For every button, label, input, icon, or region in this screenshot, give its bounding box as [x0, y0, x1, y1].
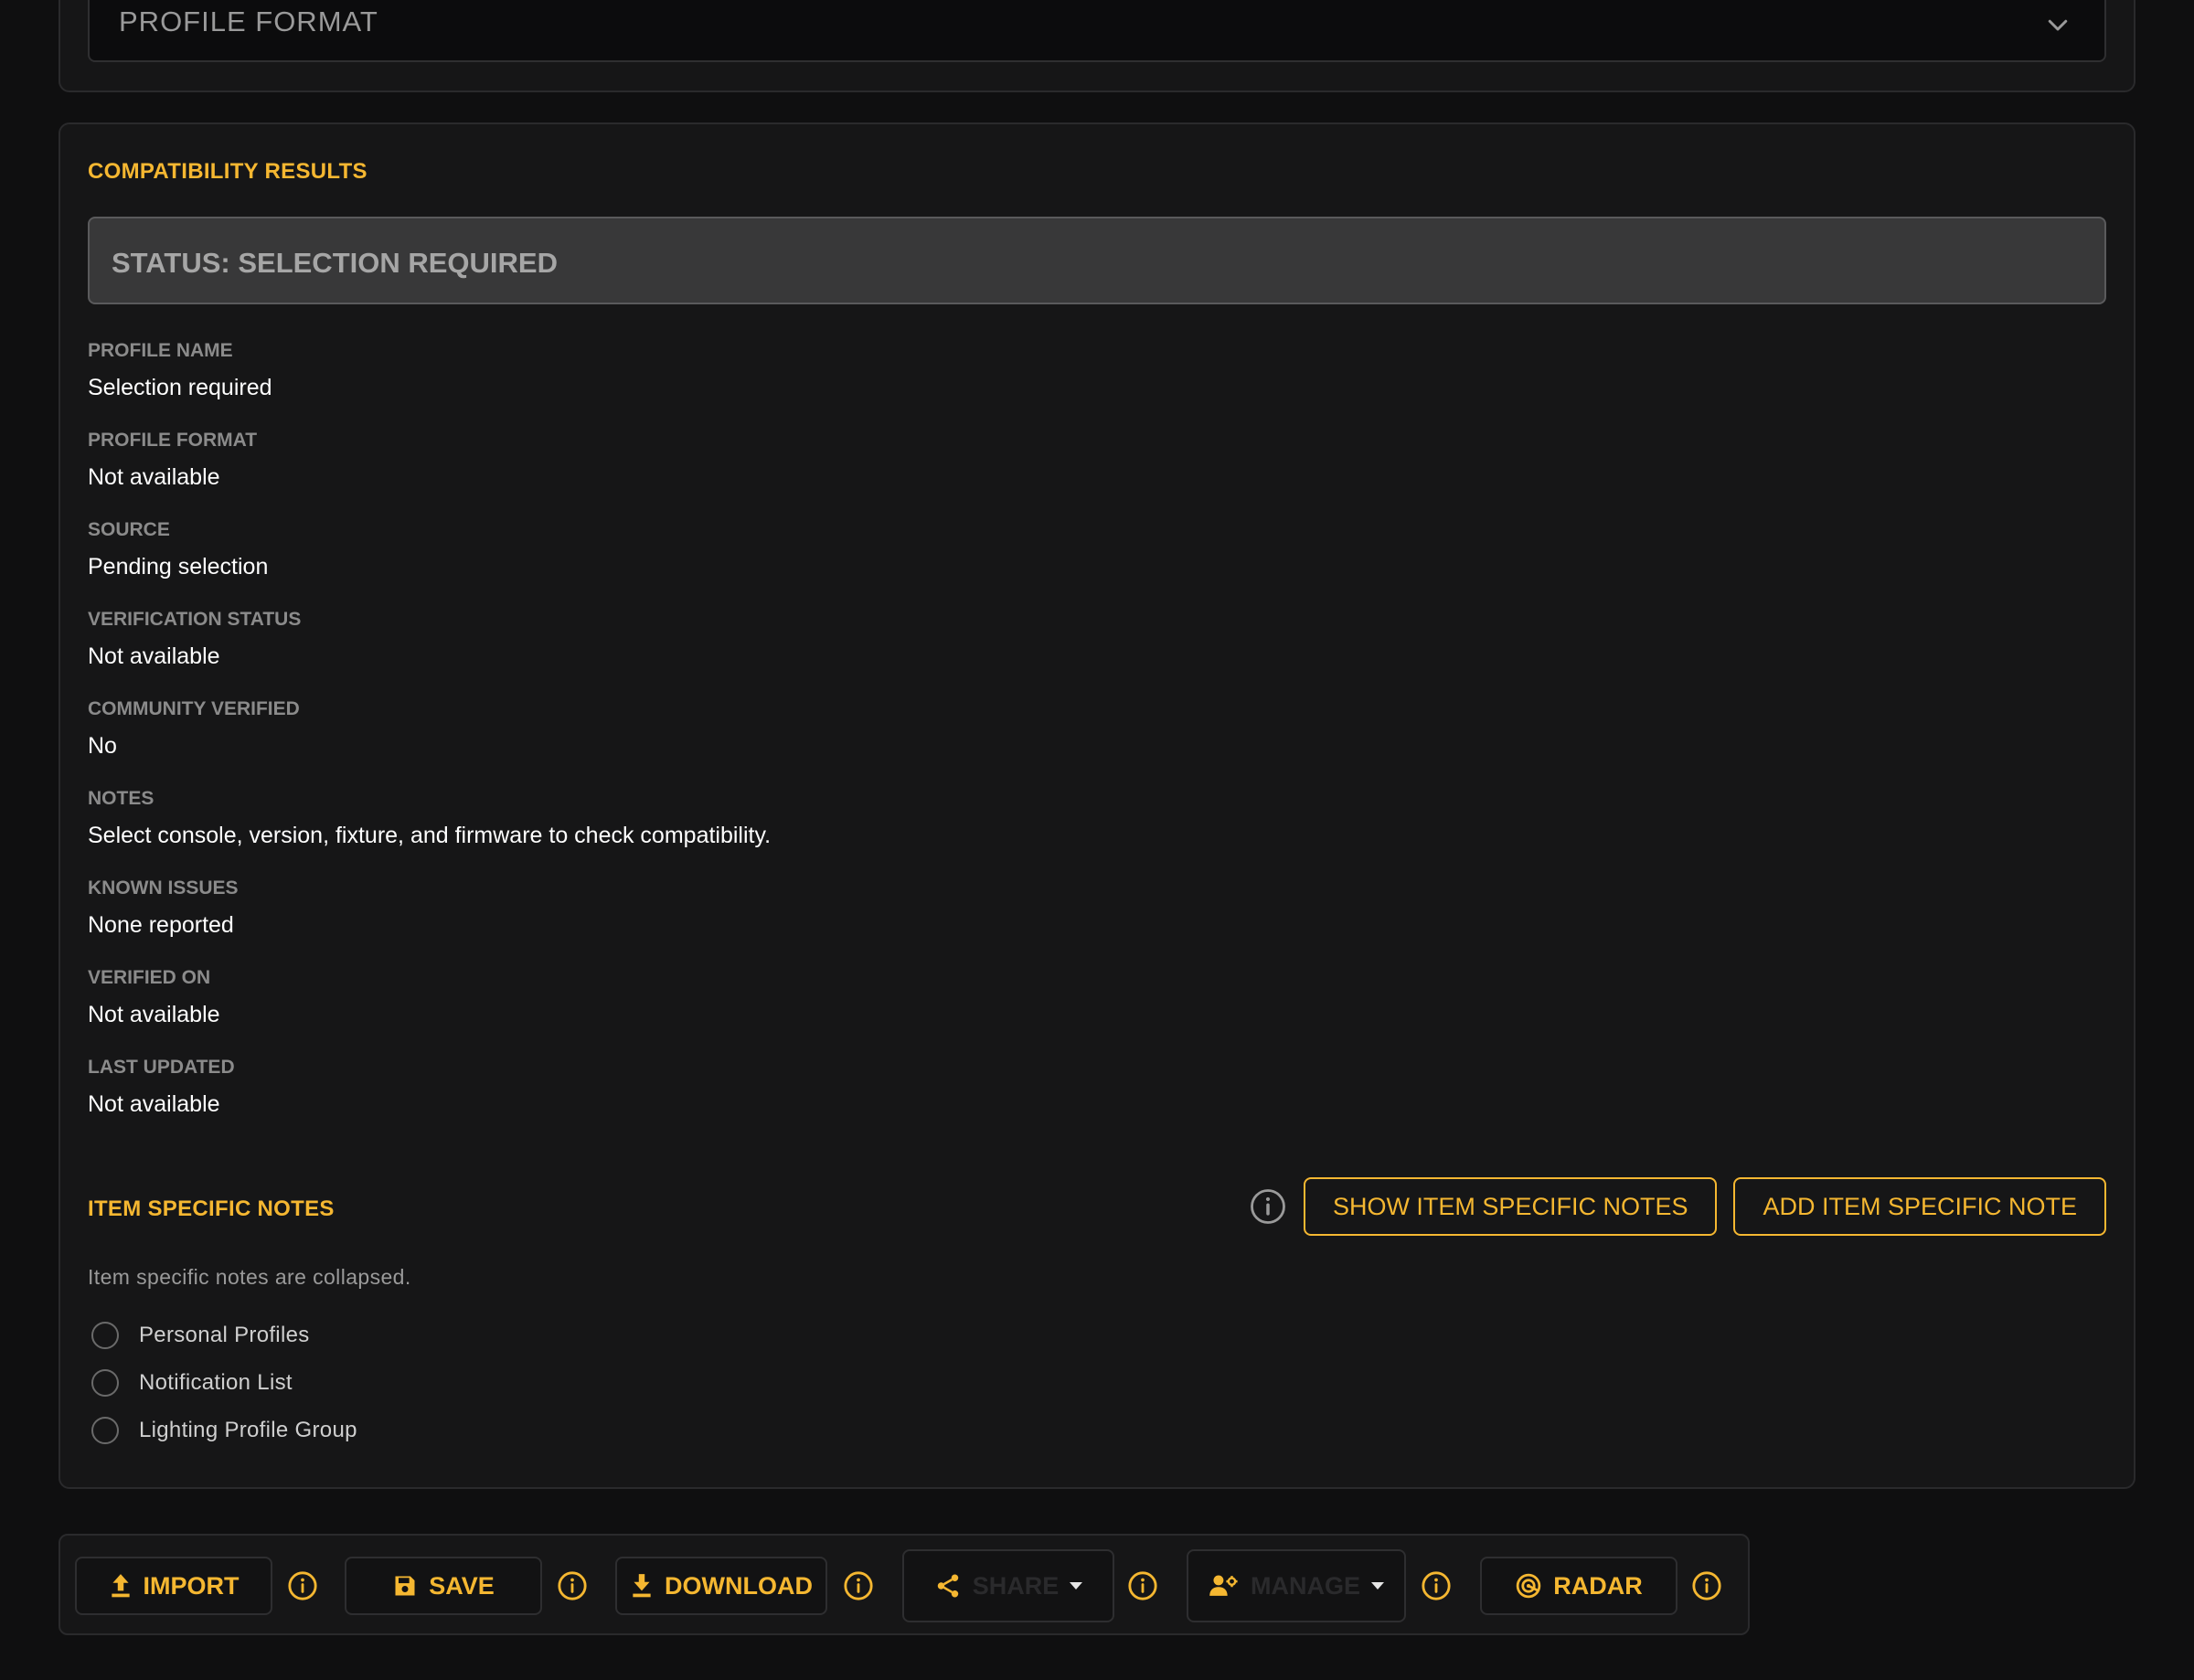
- share-info-icon[interactable]: [1127, 1570, 1158, 1601]
- field-label: LAST UPDATED: [88, 1057, 235, 1078]
- profile-format-select[interactable]: PROFILE FORMAT: [88, 0, 2106, 62]
- manage-info-icon[interactable]: [1421, 1570, 1452, 1601]
- share-label: SHARE: [972, 1571, 1060, 1600]
- caret-down-icon: [1371, 1582, 1384, 1590]
- field-label: PROFILE FORMAT: [88, 430, 258, 451]
- info-icon[interactable]: [1249, 1187, 1287, 1226]
- manage-dropdown-button[interactable]: MANAGE: [1187, 1549, 1406, 1622]
- save-icon: [395, 1576, 415, 1596]
- show-item-notes-button[interactable]: SHOW ITEM SPECIFIC NOTES: [1303, 1177, 1718, 1236]
- import-button[interactable]: IMPORT: [75, 1557, 272, 1615]
- download-label: DOWNLOAD: [665, 1571, 813, 1600]
- profile-format-card: PROFILE FORMAT: [59, 0, 2135, 92]
- field-profile-name: PROFILE NAME Selection required: [88, 340, 272, 401]
- download-info-icon[interactable]: [843, 1570, 874, 1601]
- bottom-toolbar: IMPORT SAVE DOWNLOAD SHARE MANAGE RADAR: [59, 1534, 1750, 1635]
- field-source: SOURCE Pending selection: [88, 519, 268, 580]
- manage-users-icon: [1209, 1575, 1238, 1596]
- field-label: VERIFICATION STATUS: [88, 609, 302, 630]
- field-verification-status: VERIFICATION STATUS Not available: [88, 609, 301, 670]
- field-label: KNOWN ISSUES: [88, 877, 239, 898]
- field-label: VERIFIED ON: [88, 967, 211, 988]
- upload-icon: [111, 1574, 130, 1598]
- import-info-icon[interactable]: [287, 1570, 318, 1601]
- radio-button[interactable]: [91, 1369, 119, 1397]
- field-label: PROFILE NAME: [88, 340, 233, 361]
- radar-button[interactable]: RADAR: [1480, 1557, 1677, 1615]
- field-value: Pending selection: [88, 554, 269, 579]
- download-icon: [633, 1574, 651, 1598]
- chevron-down-icon: [2048, 19, 2068, 31]
- share-dropdown-button[interactable]: SHARE: [902, 1549, 1114, 1622]
- field-label: SOURCE: [88, 519, 170, 540]
- save-label: SAVE: [429, 1571, 495, 1600]
- save-info-icon[interactable]: [557, 1570, 588, 1601]
- field-profile-format: PROFILE FORMAT Not available: [88, 430, 257, 491]
- radio-button[interactable]: [91, 1322, 119, 1349]
- field-verified-on: VERIFIED ON Not available: [88, 967, 220, 1028]
- option-personal-profiles[interactable]: Personal Profiles: [91, 1322, 310, 1349]
- option-label: Notification List: [139, 1370, 293, 1395]
- manage-label: MANAGE: [1251, 1571, 1360, 1600]
- field-value: Selection required: [88, 375, 272, 400]
- option-label: Personal Profiles: [139, 1323, 310, 1347]
- save-button[interactable]: SAVE: [345, 1557, 542, 1615]
- radar-info-icon[interactable]: [1691, 1570, 1722, 1601]
- radio-button[interactable]: [91, 1417, 119, 1444]
- option-label: Lighting Profile Group: [139, 1418, 357, 1442]
- field-value: No: [88, 733, 117, 759]
- share-icon: [937, 1574, 958, 1598]
- add-item-note-button[interactable]: ADD ITEM SPECIFIC NOTE: [1733, 1177, 2106, 1236]
- option-lighting-profile-group[interactable]: Lighting Profile Group: [91, 1417, 357, 1444]
- status-text: STATUS: SELECTION REQUIRED: [112, 247, 558, 279]
- profile-format-select-label: PROFILE FORMAT: [119, 5, 378, 37]
- field-community-verified: COMMUNITY VERIFIED No: [88, 698, 300, 760]
- field-last-updated: LAST UPDATED Not available: [88, 1057, 235, 1118]
- compatibility-results-card: COMPATIBILITY RESULTS STATUS: SELECTION …: [59, 122, 2135, 1489]
- download-button[interactable]: DOWNLOAD: [615, 1557, 827, 1615]
- option-notification-list[interactable]: Notification List: [91, 1369, 293, 1397]
- field-label: COMMUNITY VERIFIED: [88, 698, 300, 719]
- field-label: NOTES: [88, 788, 154, 809]
- field-value: Select console, version, fixture, and fi…: [88, 823, 772, 848]
- radar-label: RADAR: [1553, 1571, 1643, 1600]
- field-value: Not available: [88, 643, 220, 669]
- caret-down-icon: [1070, 1582, 1083, 1590]
- field-value: Not available: [88, 464, 220, 490]
- notes-collapsed-message: Item specific notes are collapsed.: [88, 1265, 411, 1289]
- compatibility-results-title: COMPATIBILITY RESULTS: [88, 159, 367, 184]
- status-banner: STATUS: SELECTION REQUIRED: [88, 217, 2106, 304]
- radar-icon: [1517, 1573, 1541, 1599]
- item-notes-actions: SHOW ITEM SPECIFIC NOTES ADD ITEM SPECIF…: [1249, 1177, 2106, 1236]
- import-label: IMPORT: [143, 1571, 240, 1600]
- field-value: None reported: [88, 912, 234, 938]
- field-value: Not available: [88, 1091, 220, 1117]
- item-specific-notes-title: ITEM SPECIFIC NOTES: [88, 1196, 335, 1221]
- field-value: Not available: [88, 1002, 220, 1027]
- field-notes: NOTES Select console, version, fixture, …: [88, 788, 771, 849]
- field-known-issues: KNOWN ISSUES None reported: [88, 877, 239, 939]
